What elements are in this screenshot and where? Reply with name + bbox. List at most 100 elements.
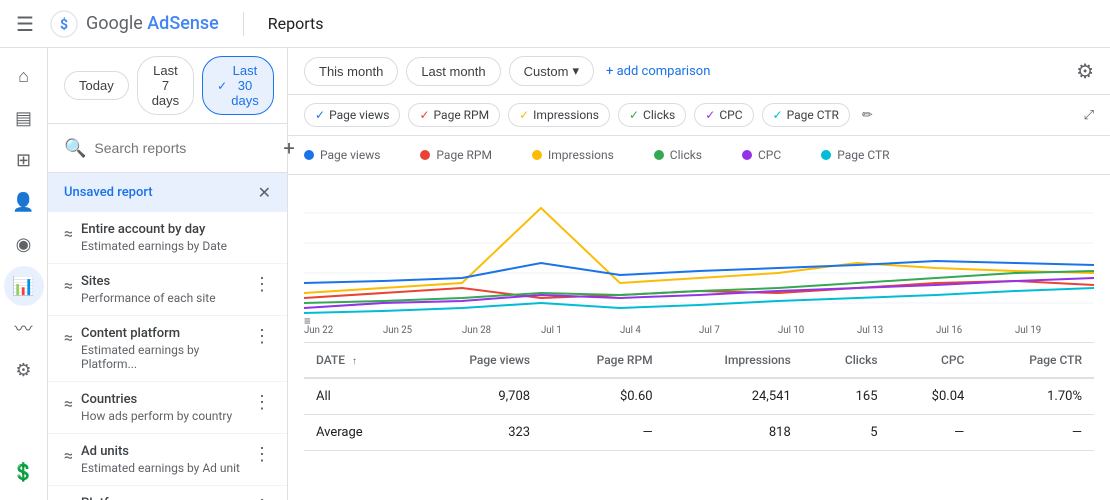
cell-page-views: 323 xyxy=(412,415,542,451)
sidebar-panel: Today Last 7 days ✓ Last 30 days 🔍 + Uns… xyxy=(48,48,288,500)
chip-check-icon: ✓ xyxy=(519,108,529,122)
nav-privacy-icon[interactable]: ◉ xyxy=(4,224,44,264)
legend-row: Page views Page RPM Impressions Clicks C… xyxy=(288,136,1110,175)
nav-chart-icon[interactable]: 📊 xyxy=(4,266,44,306)
col-page-views[interactable]: Page views xyxy=(412,343,542,379)
svg-text:Jun 25: Jun 25 xyxy=(383,325,413,336)
chip-page-views[interactable]: ✓ Page views xyxy=(304,103,400,127)
col-cpc[interactable]: CPC xyxy=(890,343,977,379)
close-unsaved-icon[interactable]: ✕ xyxy=(258,183,271,202)
edit-metrics-icon[interactable]: ✏ xyxy=(862,108,873,123)
nav-line-chart-icon[interactable]: 〰 xyxy=(4,308,44,348)
nav-account-icon[interactable]: 👤 xyxy=(4,182,44,222)
legend-impressions: Impressions xyxy=(532,148,614,162)
add-comparison-btn[interactable]: + add comparison xyxy=(606,64,710,79)
date-filter-bar: Today Last 7 days ✓ Last 30 days xyxy=(48,48,287,124)
more-options-icon[interactable]: ⋮ xyxy=(253,326,271,347)
expand-chart-icon[interactable]: ⤢ xyxy=(1084,108,1094,123)
legend-clicks: Clicks xyxy=(654,148,702,162)
nav-reports-list-icon[interactable]: ▤ xyxy=(4,98,44,138)
today-btn[interactable]: Today xyxy=(64,71,129,100)
svg-text:Jul 1: Jul 1 xyxy=(541,325,562,336)
report-icon: ≈ xyxy=(64,276,73,295)
table-row: All 9,708 $0.60 24,541 165 $0.04 1.70% xyxy=(304,378,1094,415)
logo-text: Google AdSense xyxy=(86,13,219,34)
cell-page-rpm: $0.60 xyxy=(542,378,664,415)
cell-clicks: 5 xyxy=(803,415,890,451)
chip-page-rpm[interactable]: ✓ Page RPM xyxy=(408,103,500,127)
chip-check-icon: ✓ xyxy=(419,108,429,122)
legend-dot xyxy=(304,150,314,160)
chip-check-icon: ✓ xyxy=(773,108,783,122)
svg-text:Jul 4: Jul 4 xyxy=(620,325,641,336)
metric-chips-bar: ✓ Page views ✓ Page RPM ✓ Impressions ✓ … xyxy=(288,95,1110,136)
logo-area: $ Google AdSense xyxy=(50,10,219,38)
this-month-btn[interactable]: This month xyxy=(304,57,398,86)
chip-impressions[interactable]: ✓ Impressions xyxy=(508,103,610,127)
last30days-btn[interactable]: ✓ Last 30 days xyxy=(202,56,274,115)
col-page-ctr[interactable]: Page CTR xyxy=(976,343,1094,379)
main-content: This month Last month Custom ▾ + add com… xyxy=(288,48,1110,500)
cell-date: Average xyxy=(304,415,412,451)
legend-dot xyxy=(742,150,752,160)
hamburger-icon[interactable]: ☰ xyxy=(16,12,34,36)
more-options-icon[interactable]: ⋮ xyxy=(253,496,271,500)
unsaved-report-label: Unsaved report xyxy=(64,185,153,200)
report-item[interactable]: ≈ Ad units Estimated earnings by Ad unit… xyxy=(48,434,287,486)
search-input[interactable] xyxy=(94,140,275,156)
search-area: 🔍 + xyxy=(48,124,287,173)
report-item[interactable]: ≈ Content platform Estimated earnings by… xyxy=(48,316,287,382)
cell-page-ctr: 1.70% xyxy=(976,378,1094,415)
cell-page-views: 9,708 xyxy=(412,378,542,415)
chip-clicks[interactable]: ✓ Clicks xyxy=(618,103,686,127)
top-header: ☰ $ Google AdSense Reports xyxy=(0,0,1110,48)
custom-btn[interactable]: Custom ▾ xyxy=(509,56,594,86)
dropdown-arrow-icon: ▾ xyxy=(572,63,579,79)
svg-text:$: $ xyxy=(60,16,68,33)
more-options-icon[interactable]: ⋮ xyxy=(253,444,271,465)
report-item[interactable]: ≈ Countries How ads perform by country ⋮ xyxy=(48,382,287,434)
legend-page-ctr: Page CTR xyxy=(821,148,889,162)
col-date[interactable]: DATE ↑ xyxy=(304,343,412,379)
more-options-icon[interactable]: ⋮ xyxy=(253,274,271,295)
page-settings-icon[interactable]: ⚙ xyxy=(1076,59,1094,83)
svg-text:Jul 7: Jul 7 xyxy=(699,325,720,336)
main-layout: ⌂ ▤ ⊞ 👤 ◉ 📊 〰 ⚙ 💲 Today Last 7 days ✓ La… xyxy=(0,48,1110,500)
report-item[interactable]: ≈ Sites Performance of each site ⋮ xyxy=(48,264,287,316)
report-icon: ≈ xyxy=(64,394,73,413)
cell-cpc: — xyxy=(890,415,977,451)
report-item[interactable]: ≈ Platforms Estimated earnings by Platfo… xyxy=(48,486,287,500)
col-impressions[interactable]: Impressions xyxy=(665,343,803,379)
nav-settings-icon[interactable]: ⚙ xyxy=(4,350,44,390)
cell-clicks: 165 xyxy=(803,378,890,415)
svg-text:Jul 13: Jul 13 xyxy=(857,325,883,336)
chip-check-icon: ✓ xyxy=(705,108,715,122)
svg-text:Jun 28: Jun 28 xyxy=(462,325,491,336)
svg-text:Jul 19: Jul 19 xyxy=(1015,325,1041,336)
legend-dot xyxy=(821,150,831,160)
report-icon: ≈ xyxy=(64,446,73,465)
last-month-btn[interactable]: Last month xyxy=(406,57,500,86)
cell-impressions: 24,541 xyxy=(665,378,803,415)
col-page-rpm[interactable]: Page RPM xyxy=(542,343,664,379)
legend-cpc: CPC xyxy=(742,148,781,162)
report-icon: ≈ xyxy=(64,328,73,347)
nav-grid-icon[interactable]: ⊞ xyxy=(4,140,44,180)
header-divider xyxy=(243,12,244,36)
chip-cpc[interactable]: ✓ CPC xyxy=(694,103,753,127)
last7days-btn[interactable]: Last 7 days xyxy=(137,56,194,115)
search-icon: 🔍 xyxy=(64,138,86,159)
nav-home-icon[interactable]: ⌂ xyxy=(4,56,44,96)
cell-date: All xyxy=(304,378,412,415)
unsaved-report-item[interactable]: Unsaved report ✕ xyxy=(48,173,287,212)
legend-dot xyxy=(420,150,430,160)
chip-check-icon: ✓ xyxy=(629,108,639,122)
col-clicks[interactable]: Clicks xyxy=(803,343,890,379)
header-title: Reports xyxy=(268,14,324,33)
checkmark-icon: ✓ xyxy=(217,79,227,93)
data-table-container: DATE ↑ Page views Page RPM Impressions C… xyxy=(288,342,1110,451)
more-options-icon[interactable]: ⋮ xyxy=(253,392,271,413)
nav-payments-icon[interactable]: 💲 xyxy=(4,452,44,492)
report-item[interactable]: ≈ Entire account by day Estimated earnin… xyxy=(48,212,287,264)
chip-page-ctr[interactable]: ✓ Page CTR xyxy=(762,103,850,127)
